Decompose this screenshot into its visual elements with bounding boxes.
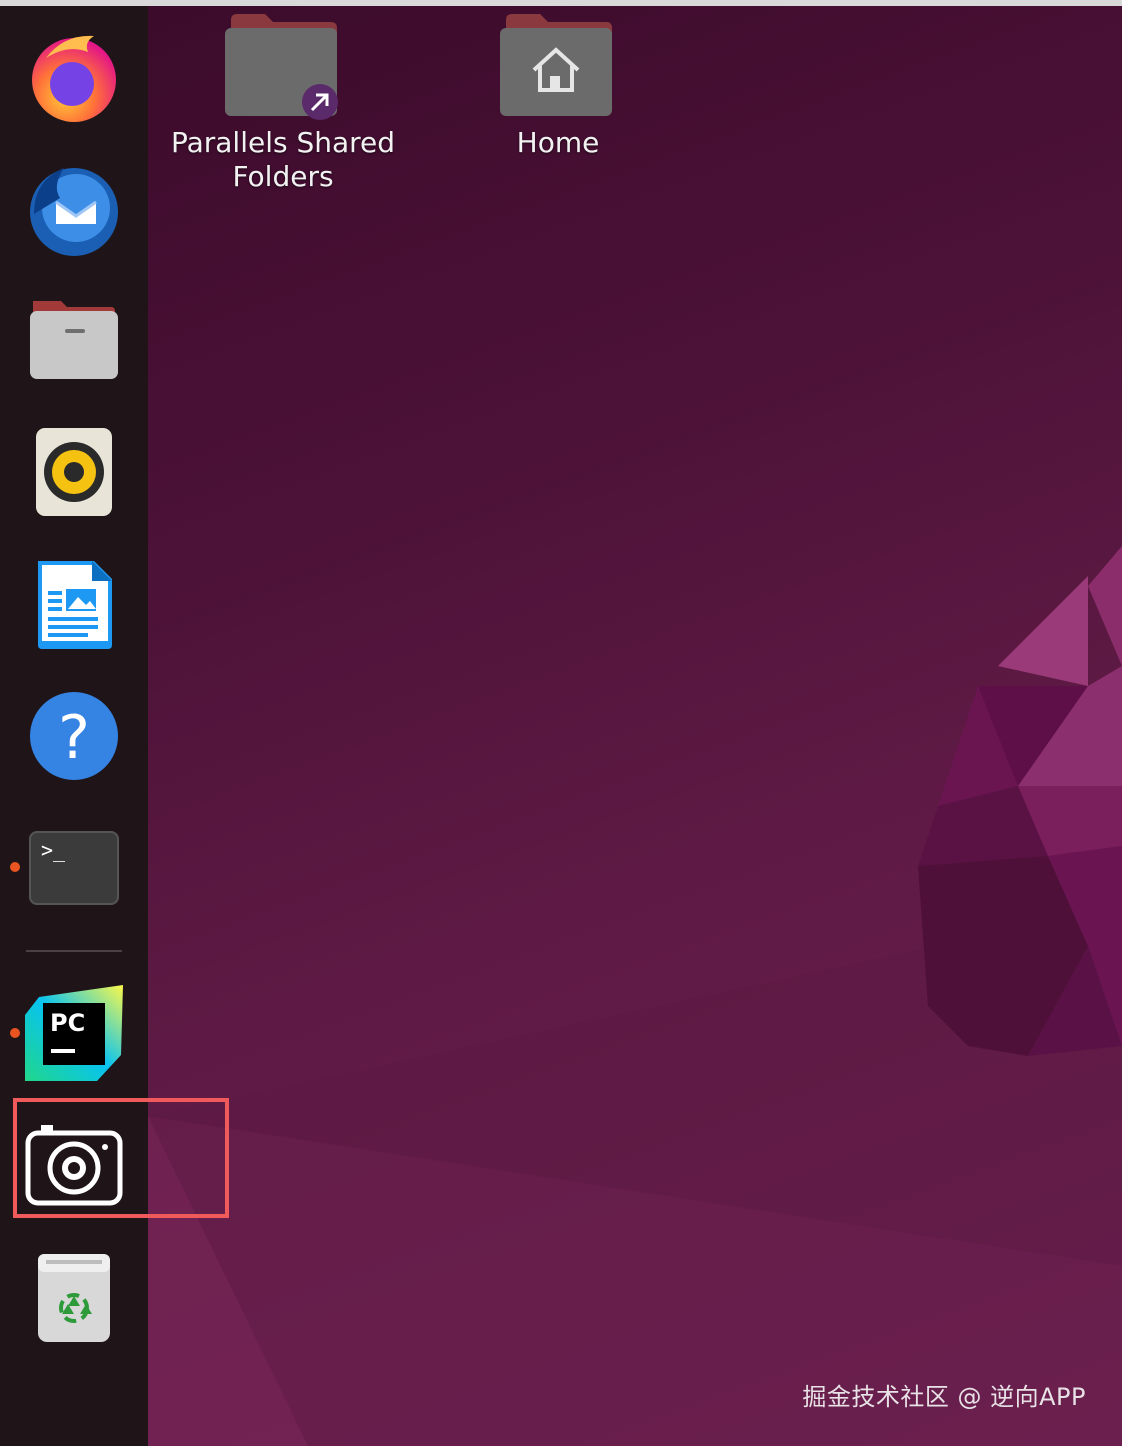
- libreoffice-writer-icon: [38, 561, 112, 649]
- desktop-icon-home[interactable]: Home: [470, 8, 646, 160]
- dock-item-trash[interactable]: [0, 1238, 148, 1358]
- dock-separator: [26, 950, 122, 952]
- dock-item-thunderbird[interactable]: [0, 148, 148, 268]
- home-folder-icon: [500, 14, 612, 116]
- shared-folder-icon: [225, 14, 338, 120]
- highlight-box: [13, 1098, 229, 1218]
- dock-item-pycharm[interactable]: PC: [0, 974, 148, 1094]
- thunderbird-icon: [30, 168, 118, 256]
- help-icon: ?: [30, 692, 118, 780]
- dock-item-help[interactable]: ?: [0, 676, 148, 796]
- firefox-icon: [32, 35, 116, 122]
- dock-item-rhythmbox[interactable]: [0, 412, 148, 532]
- dock: ? >_ PC: [0, 6, 148, 1446]
- files-icon: [30, 301, 118, 379]
- svg-text:?: ?: [58, 703, 90, 773]
- pycharm-icon: PC: [25, 985, 123, 1081]
- desktop-icon-label: Home: [516, 126, 600, 159]
- rhythmbox-icon: [36, 428, 112, 516]
- desktop-icon-label: Parallels Shared Folders: [170, 126, 396, 193]
- svg-text:PC: PC: [50, 1009, 85, 1037]
- dock-item-terminal[interactable]: >_: [0, 808, 148, 928]
- dock-item-firefox[interactable]: [0, 16, 148, 136]
- dock-item-files[interactable]: [0, 280, 148, 400]
- trash-icon: [38, 1254, 110, 1342]
- desktop-icon-shared-folders[interactable]: Parallels Shared Folders: [170, 8, 396, 194]
- desktop-background: [148, 6, 1122, 1446]
- dock-item-writer[interactable]: [0, 544, 148, 664]
- terminal-icon: >_: [29, 831, 119, 905]
- svg-text:>_: >_: [41, 838, 66, 862]
- watermark: 掘金技术社区 @ 逆向APP: [802, 1383, 1086, 1411]
